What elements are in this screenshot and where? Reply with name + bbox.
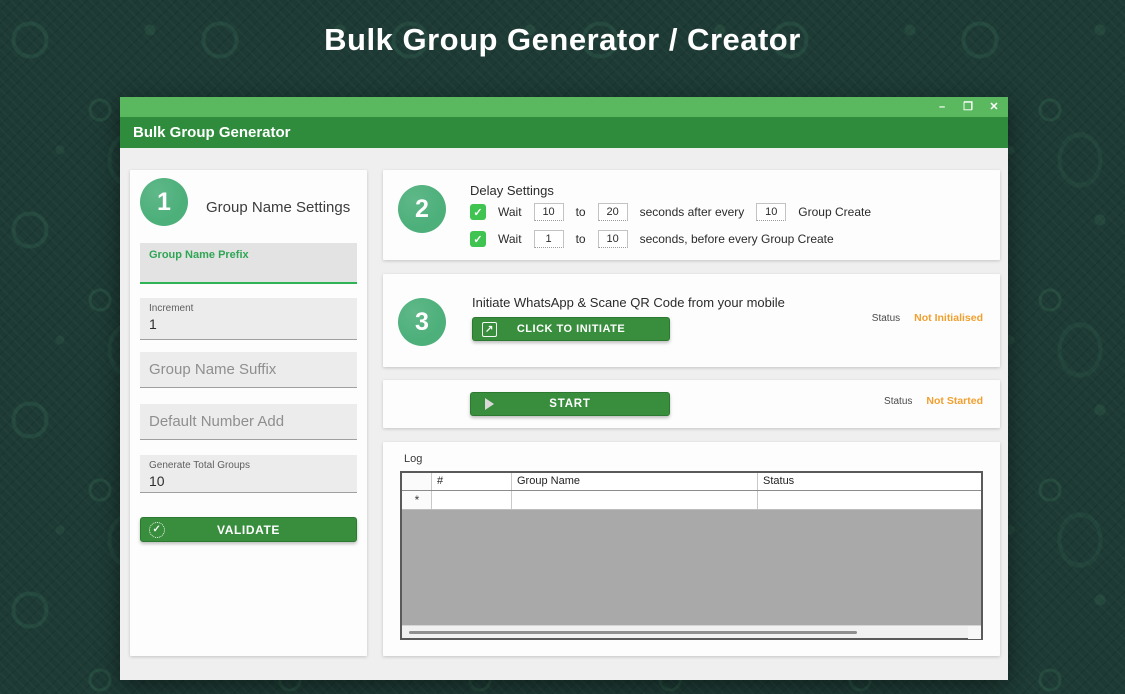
group-create-label: Group Create [798,205,871,219]
log-table-header: # Group Name Status [402,473,981,491]
step-3-badge: 3 [398,298,446,346]
launch-icon: ↗ [482,322,497,337]
group-name-prefix-label: Group Name Prefix [149,249,249,261]
default-number-add-placeholder: Default Number Add [149,413,285,430]
scrollbar-corner [968,626,981,639]
column-header-number: # [432,473,512,490]
initiate-card: 3 Initiate WhatsApp & Scane QR Code from… [383,274,1000,367]
validate-badge-icon: ✓ [149,522,165,538]
log-table[interactable]: # Group Name Status * [400,471,983,640]
table-row[interactable]: * [402,491,981,510]
default-number-add-field[interactable]: Default Number Add [140,404,357,440]
increment-value: 1 [149,316,157,332]
page-title: Bulk Group Generator / Creator [324,22,801,57]
log-card: Log # Group Name Status * [383,442,1000,656]
click-to-initiate-label: CLICK TO INITIATE [516,323,626,335]
group-name-suffix-field[interactable]: Group Name Suffix [140,352,357,388]
delay-after-checkbox[interactable]: ✓ [470,204,486,220]
window-controls: – ❐ ✕ [936,97,1000,117]
before-from-input[interactable] [533,230,564,248]
group-name-settings-card: 1 Group Name Settings Group Name Prefix … [130,170,367,656]
close-icon[interactable]: ✕ [988,97,1000,117]
horizontal-scrollbar[interactable] [402,625,981,639]
play-icon [485,398,494,410]
maximize-icon[interactable]: ❐ [962,97,974,117]
generate-total-groups-field[interactable]: Generate Total Groups 10 [140,455,357,493]
start-button-label: START [549,398,591,410]
delay-settings-title: Delay Settings [470,183,554,198]
column-header-status: Status [763,475,795,487]
initiate-title: Initiate WhatsApp & Scane QR Code from y… [472,295,785,310]
validate-button[interactable]: ✓ VALIDATE [140,517,357,542]
scrollbar-thumb[interactable] [409,631,857,634]
after-to-input[interactable] [597,203,628,221]
cell-number [432,491,512,509]
initiate-status-label: Status [871,312,901,324]
new-row-marker: * [414,493,420,507]
start-card: START Status Not Started [383,380,1000,428]
minimize-icon[interactable]: – [936,97,948,117]
after-every-input[interactable] [756,203,787,221]
after-from-input[interactable] [533,203,564,221]
validate-button-label: VALIDATE [216,522,281,537]
delay-row-before: ✓ Wait to seconds, before every Group Cr… [470,230,840,248]
delay-before-checkbox[interactable]: ✓ [470,231,486,247]
step-1-title: Group Name Settings [206,199,351,216]
step-2-badge: 2 [398,185,446,233]
generate-total-groups-label: Generate Total Groups [149,460,250,471]
seconds-before-every-label: seconds, before every Group Create [639,232,834,246]
initiate-status-value: Not Initialised [914,312,983,324]
delay-row-after: ✓ Wait to seconds after every Group Crea… [470,203,877,221]
increment-label: Increment [149,303,194,314]
column-header-group-name: Group Name [512,473,758,490]
start-button[interactable]: START [470,392,670,416]
start-status-label: Status [884,395,913,407]
click-to-initiate-button[interactable]: ↗ CLICK TO INITIATE [472,317,670,341]
start-status-value: Not Started [926,395,983,407]
step-1-badge: 1 [140,178,188,226]
start-status: Status Not Started [884,395,983,407]
generate-total-groups-value: 10 [149,473,165,489]
cell-status [758,491,981,509]
initiate-status: Status Not Initialised [872,312,983,324]
seconds-after-every-label: seconds after every [639,205,745,219]
window-top-strip: – ❐ ✕ [120,97,1008,117]
delay-settings-card: 2 Delay Settings ✓ Wait to seconds after… [383,170,1000,260]
increment-field[interactable]: Increment 1 [140,298,357,340]
window-title: Bulk Group Generator [133,124,291,141]
group-name-suffix-placeholder: Group Name Suffix [149,361,277,378]
to-label-2: to [575,232,586,246]
before-to-input[interactable] [597,230,628,248]
to-label: to [575,205,586,219]
wait-label: Wait [498,205,522,219]
log-label: Log [404,453,423,465]
app-window: – ❐ ✕ Bulk Group Generator 1 Group Name … [120,97,1008,680]
row-header-cell [402,473,432,490]
wait-label-2: Wait [498,232,522,246]
group-name-prefix-field[interactable]: Group Name Prefix [140,243,357,284]
cell-group-name [512,491,758,509]
window-titlebar: Bulk Group Generator [120,117,1008,148]
